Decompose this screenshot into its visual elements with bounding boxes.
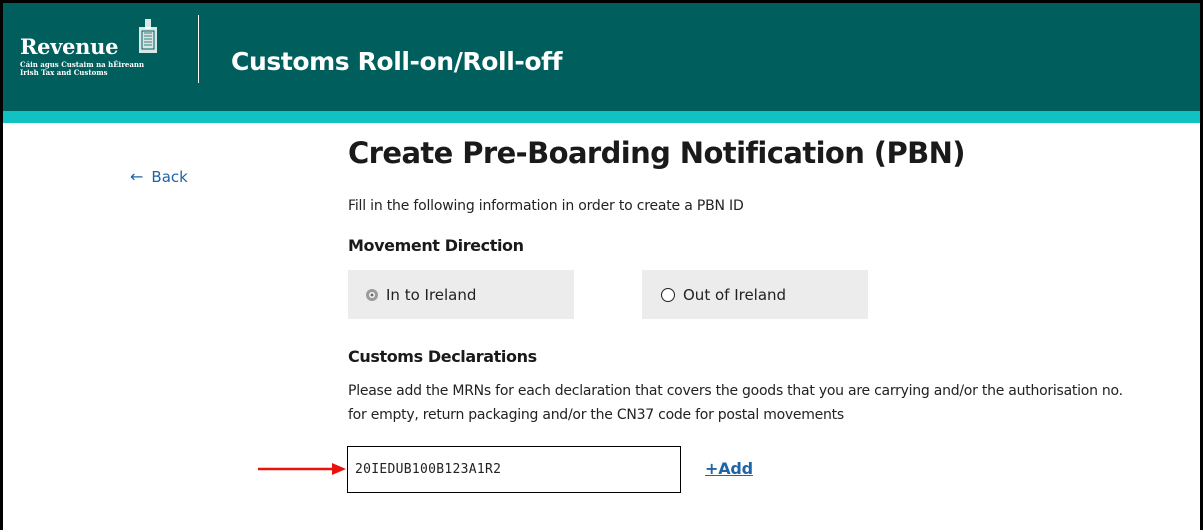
add-mrn-button[interactable]: +Add [705,459,753,478]
left-arrow-icon: ← [130,167,144,186]
page-title: Create Pre-Boarding Notification (PBN) [348,136,966,170]
radio-checked-icon [366,288,378,301]
page-intro: Fill in the following information in ord… [348,198,744,214]
radio-in-to-ireland[interactable]: In to Ireland [348,270,574,319]
radio-label-in: In to Ireland [386,285,477,304]
movement-direction-label: Movement Direction [348,236,524,255]
harp-crest-icon [139,19,157,53]
logo-subtitle: Cáin agus Custaim na hÉireann Irish Tax … [20,61,144,77]
mrn-input[interactable] [347,446,681,493]
back-link[interactable]: ← Back [130,167,188,186]
revenue-logo[interactable]: Revenue Cáin agus Custaim na hÉireann Ir… [20,17,190,87]
annotation-arrow-icon [258,463,346,475]
back-label: Back [151,167,188,186]
app-title: Customs Roll-on/Roll-off [231,47,563,76]
radio-out-of-ireland[interactable]: Out of Ireland [642,270,868,319]
declarations-description: Please add the MRNs for each declaration… [348,383,1123,423]
site-header: Revenue Cáin agus Custaim na hÉireann Ir… [3,3,1200,111]
header-divider [198,15,199,83]
customs-declarations-label: Customs Declarations [348,347,537,366]
radio-unchecked-icon [661,287,675,302]
logo-subtitle-english: Irish Tax and Customs [20,68,108,77]
header-accent-stripe [3,111,1200,123]
radio-label-out: Out of Ireland [683,285,787,304]
logo-wordmark: Revenue [20,34,119,59]
